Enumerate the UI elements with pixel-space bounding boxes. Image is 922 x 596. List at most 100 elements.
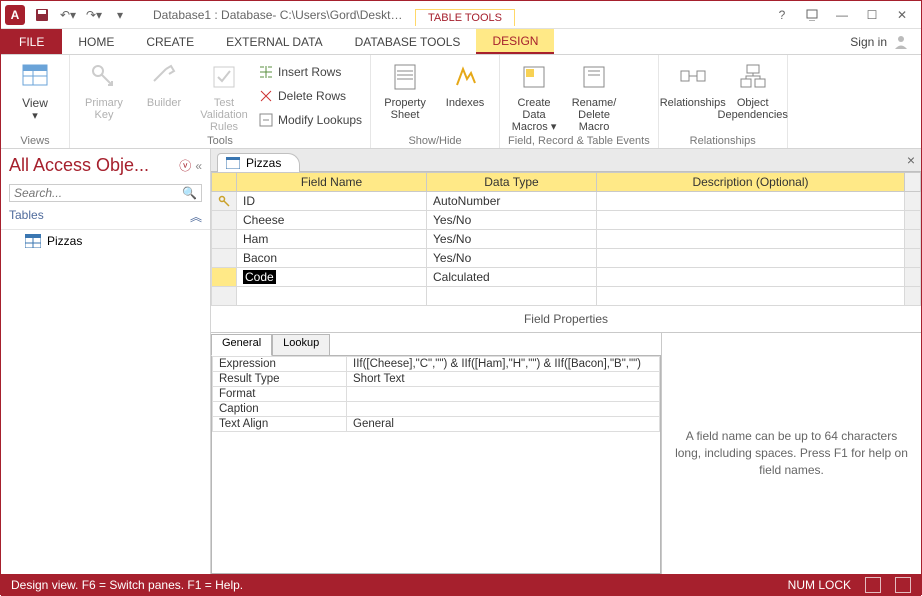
row-selector[interactable] (212, 249, 237, 268)
data-type-cell[interactable]: AutoNumber (427, 192, 597, 211)
nav-title[interactable]: All Access Obje... (9, 155, 175, 176)
tab-create[interactable]: CREATE (130, 29, 210, 54)
help-pane: A field name can be up to 64 characters … (661, 333, 921, 574)
prop-name[interactable]: Result Type (213, 372, 347, 387)
description-cell[interactable] (597, 268, 905, 287)
qat-customize-icon[interactable]: ▾ (109, 4, 131, 26)
field-name-cell[interactable]: Ham (237, 230, 427, 249)
field-properties-label: Field Properties (211, 306, 921, 332)
row-selector[interactable] (212, 230, 237, 249)
tab-external-data[interactable]: EXTERNAL DATA (210, 29, 338, 54)
undo-icon[interactable]: ↶▾ (57, 4, 79, 26)
select-all-corner[interactable] (212, 173, 237, 192)
insert-rows-icon (258, 64, 274, 80)
nav-search[interactable]: 🔍 (9, 184, 202, 202)
nav-item-pizzas[interactable]: Pizzas (1, 230, 210, 252)
description-cell[interactable] (597, 192, 905, 211)
prop-value[interactable] (347, 402, 660, 417)
nav-collapse-icon[interactable]: « (195, 159, 202, 173)
sign-in-label: Sign in (850, 35, 887, 49)
prop-value[interactable]: IIf([Cheese],"C","") & IIf([Ham],"H","")… (347, 357, 660, 372)
tab-database-tools[interactable]: DATABASE TOOLS (339, 29, 477, 54)
col-data-type[interactable]: Data Type (427, 173, 597, 192)
data-type-cell[interactable]: Calculated (427, 268, 597, 287)
row-selector[interactable] (212, 192, 237, 211)
field-name-cell[interactable]: Code (237, 268, 427, 287)
design-view-icon[interactable] (895, 577, 911, 593)
document-tab-strip: Pizzas × (211, 149, 921, 172)
insert-rows-button[interactable]: Insert Rows (258, 61, 362, 83)
modify-lookups-button[interactable]: Modify Lookups (258, 109, 362, 131)
builder-icon (148, 61, 180, 93)
delete-rows-button[interactable]: Delete Rows (258, 85, 362, 107)
nav-group-tables[interactable]: Tables ︽ (1, 204, 210, 230)
ribbon-options-icon[interactable] (797, 4, 827, 26)
row-selector[interactable] (212, 287, 237, 306)
description-cell[interactable] (597, 230, 905, 249)
property-sheet-button[interactable]: Property Sheet (379, 57, 431, 121)
tab-home[interactable]: HOME (62, 29, 130, 54)
user-icon (893, 34, 909, 50)
field-name-cell[interactable]: Bacon (237, 249, 427, 268)
description-cell[interactable] (597, 249, 905, 268)
col-description[interactable]: Description (Optional) (597, 173, 905, 192)
nav-dropdown-icon[interactable]: ⓥ (179, 157, 191, 174)
sign-in-link[interactable]: Sign in (838, 29, 921, 54)
tab-general[interactable]: General (211, 334, 272, 356)
prop-value[interactable]: General (347, 417, 660, 432)
datasheet-view-icon[interactable] (865, 577, 881, 593)
group-events-label: Field, Record & Table Events (508, 133, 650, 147)
field-name-cell[interactable]: ID (237, 192, 427, 211)
test-validation-button[interactable]: Test Validation Rules (198, 57, 250, 133)
close-button[interactable]: ✕ (887, 4, 917, 26)
relationships-icon (677, 61, 709, 93)
quick-access-toolbar: ↶▾ ↷▾ ▾ (31, 4, 131, 26)
indexes-icon (449, 61, 481, 93)
minimize-button[interactable]: — (827, 4, 857, 26)
rename-delete-macro-button[interactable]: Rename/ Delete Macro (568, 57, 620, 133)
tab-design[interactable]: DESIGN (476, 29, 554, 54)
save-icon[interactable] (31, 4, 53, 26)
contextual-tab-label: TABLE TOOLS (415, 9, 515, 26)
doc-close-button[interactable]: × (907, 152, 915, 168)
design-grid[interactable]: Field Name Data Type Description (Option… (211, 172, 921, 306)
prop-name[interactable]: Format (213, 387, 347, 402)
data-type-cell[interactable]: Yes/No (427, 230, 597, 249)
row-selector[interactable] (212, 211, 237, 230)
primary-key-button[interactable]: Primary Key (78, 57, 130, 121)
prop-value[interactable]: Short Text (347, 372, 660, 387)
scroll-header (905, 173, 921, 192)
collapse-group-icon[interactable]: ︽ (190, 208, 202, 225)
tab-lookup[interactable]: Lookup (272, 334, 330, 356)
indexes-button[interactable]: Indexes (439, 57, 491, 109)
navigation-pane: All Access Obje... ⓥ « 🔍 Tables ︽ Pizzas (1, 149, 211, 574)
redo-icon[interactable]: ↷▾ (83, 4, 105, 26)
prop-value[interactable] (347, 387, 660, 402)
help-icon[interactable]: ? (767, 4, 797, 26)
description-cell[interactable] (597, 211, 905, 230)
col-field-name[interactable]: Field Name (237, 173, 427, 192)
object-dependencies-button[interactable]: Object Dependencies (727, 57, 779, 121)
view-button[interactable]: View▾ (9, 57, 61, 122)
tab-file[interactable]: FILE (1, 29, 62, 54)
properties-grid[interactable]: ExpressionIIf([Cheese],"C","") & IIf([Ha… (212, 356, 660, 432)
title-bar: A ↶▾ ↷▾ ▾ Database1 : Database- C:\Users… (1, 1, 921, 29)
key-icon (88, 61, 120, 93)
row-selector[interactable] (212, 268, 237, 287)
prop-name[interactable]: Caption (213, 402, 347, 417)
search-icon[interactable]: 🔍 (182, 186, 197, 200)
field-name-cell[interactable]: Cheese (237, 211, 427, 230)
data-type-cell[interactable]: Yes/No (427, 249, 597, 268)
prop-name[interactable]: Expression (213, 357, 347, 372)
data-type-cell[interactable]: Yes/No (427, 211, 597, 230)
lookup-icon (258, 112, 274, 128)
builder-button[interactable]: Builder (138, 57, 190, 109)
window-title: Database1 : Database- C:\Users\Gord\Desk… (143, 8, 415, 22)
relationships-button[interactable]: Relationships (667, 57, 719, 109)
search-input[interactable] (14, 186, 182, 200)
doc-tab-pizzas[interactable]: Pizzas (217, 153, 300, 172)
maximize-button[interactable]: ☐ (857, 4, 887, 26)
prop-name[interactable]: Text Align (213, 417, 347, 432)
create-data-macros-button[interactable]: Create Data Macros ▾ (508, 57, 560, 133)
rename-macro-icon (578, 61, 610, 93)
